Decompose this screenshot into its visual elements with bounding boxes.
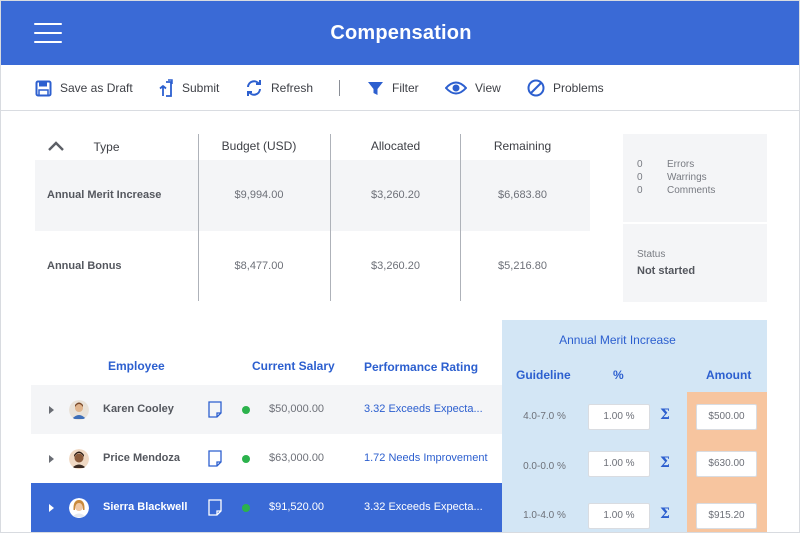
refresh-label: Refresh — [271, 81, 314, 95]
guideline-header[interactable]: Guideline — [516, 368, 571, 382]
compensation-app: Compensation Save as Draft Submit Refres… — [0, 0, 800, 533]
performance-rating[interactable]: 3.32 Exceeds Expecta... — [364, 403, 483, 415]
document-icon[interactable] — [208, 450, 222, 467]
current-salary: $91,520.00 — [269, 501, 325, 513]
document-icon[interactable] — [208, 499, 222, 516]
employee-name[interactable]: Karen Cooley — [103, 403, 174, 415]
comments-label: Comments — [667, 185, 716, 196]
problems-button[interactable]: Problems — [527, 65, 604, 111]
summary-remaining: $5,216.80 — [498, 260, 547, 272]
percent-header[interactable]: % — [613, 368, 624, 382]
percent-input[interactable]: 1.00 % — [588, 503, 650, 529]
errors-label: Errors — [667, 159, 695, 170]
guideline-value: 1.0-4.0 % — [523, 510, 566, 521]
status-label: Status — [637, 249, 666, 260]
save-draft-button[interactable]: Save as Draft — [35, 65, 133, 111]
submit-label: Submit — [182, 81, 220, 95]
expand-icon[interactable] — [49, 406, 54, 414]
filter-icon — [368, 81, 383, 95]
problems-label: Problems — [553, 81, 604, 95]
document-icon[interactable] — [208, 401, 222, 418]
performance-rating[interactable]: 3.32 Exceeds Expecta... — [364, 501, 483, 513]
summary-budget: $9,994.00 — [234, 189, 284, 201]
expand-icon[interactable] — [49, 504, 54, 512]
employee-name[interactable]: Price Mendoza — [103, 452, 180, 464]
app-header: Compensation — [1, 1, 799, 65]
amount-input[interactable]: $630.00 — [696, 451, 757, 477]
table-row-selected[interactable]: Sierra Blackwell $91,520.00 3.32 Exceeds… — [31, 483, 502, 532]
summary-header-type: Type — [93, 140, 120, 154]
current-salary: $63,000.00 — [269, 452, 325, 464]
submit-button[interactable]: Submit — [158, 65, 219, 111]
current-salary: $50,000.00 — [269, 403, 325, 415]
percent-input[interactable]: 1.00 % — [588, 404, 650, 430]
performance-rating-header[interactable]: Performance Rating — [364, 360, 478, 374]
chevron-up-icon[interactable] — [47, 140, 65, 152]
column-divider — [330, 134, 331, 301]
summary-remaining: $6,683.80 — [498, 189, 547, 201]
avatar — [69, 449, 89, 469]
problems-icon — [527, 79, 545, 97]
sigma-icon[interactable]: Σ — [660, 506, 670, 522]
submit-icon — [159, 79, 173, 97]
save-icon — [35, 80, 52, 96]
warnings-count: 0 — [637, 172, 643, 183]
save-draft-label: Save as Draft — [60, 81, 133, 95]
summary-allocated: $3,260.20 — [371, 260, 420, 272]
summary-header-budget: Budget (USD) — [221, 139, 297, 153]
sigma-icon[interactable]: Σ — [660, 455, 670, 471]
refresh-icon — [247, 80, 261, 96]
sigma-icon[interactable]: Σ — [660, 407, 670, 423]
current-salary-header[interactable]: Current Salary — [252, 359, 335, 373]
errors-count: 0 — [637, 159, 643, 170]
toolbar-divider — [339, 80, 340, 96]
status-dot — [242, 406, 250, 414]
summary-allocated: $3,260.20 — [371, 189, 420, 201]
filter-label: Filter — [392, 81, 419, 95]
filter-button[interactable]: Filter — [367, 65, 419, 111]
amount-input[interactable]: $915.20 — [696, 503, 757, 529]
view-label: View — [475, 81, 501, 95]
view-icon — [445, 81, 467, 95]
column-divider — [460, 134, 461, 301]
avatar — [69, 498, 89, 518]
employee-header[interactable]: Employee — [108, 359, 165, 373]
warnings-label: Warrings — [667, 172, 707, 183]
column-divider — [198, 134, 199, 301]
page-title: Compensation — [330, 22, 472, 44]
summary-header-allocated: Allocated — [370, 139, 421, 153]
status-dot — [242, 504, 250, 512]
status-dot — [242, 455, 250, 463]
merit-increase-header: Annual Merit Increase — [559, 333, 676, 347]
guideline-value: 4.0-7.0 % — [523, 411, 566, 422]
toolbar: Save as Draft Submit Refresh Filter View… — [1, 65, 799, 111]
summary-budget: $8,477.00 — [234, 260, 284, 272]
employee-name[interactable]: Sierra Blackwell — [103, 501, 187, 513]
summary-type: Annual Bonus — [47, 260, 122, 272]
summary-header-remaining: Remaining — [493, 139, 552, 153]
table-row[interactable]: Price Mendoza $63,000.00 1.72 Needs Impr… — [31, 434, 502, 484]
amount-header[interactable]: Amount — [706, 368, 751, 382]
summary-type: Annual Merit Increase — [47, 189, 162, 201]
expand-icon[interactable] — [49, 455, 54, 463]
guideline-value: 0.0-0.0 % — [523, 461, 566, 472]
status-panel — [623, 224, 767, 302]
view-button[interactable]: View — [445, 65, 501, 111]
avatar — [69, 400, 89, 420]
amount-input[interactable]: $500.00 — [696, 404, 757, 430]
refresh-button[interactable]: Refresh — [245, 65, 313, 111]
table-row[interactable]: Karen Cooley $50,000.00 3.32 Exceeds Exp… — [31, 385, 502, 435]
performance-rating[interactable]: 1.72 Needs Improvement — [364, 452, 488, 464]
status-value: Not started — [637, 265, 696, 277]
percent-input[interactable]: 1.00 % — [588, 451, 650, 477]
comments-count: 0 — [637, 185, 643, 196]
